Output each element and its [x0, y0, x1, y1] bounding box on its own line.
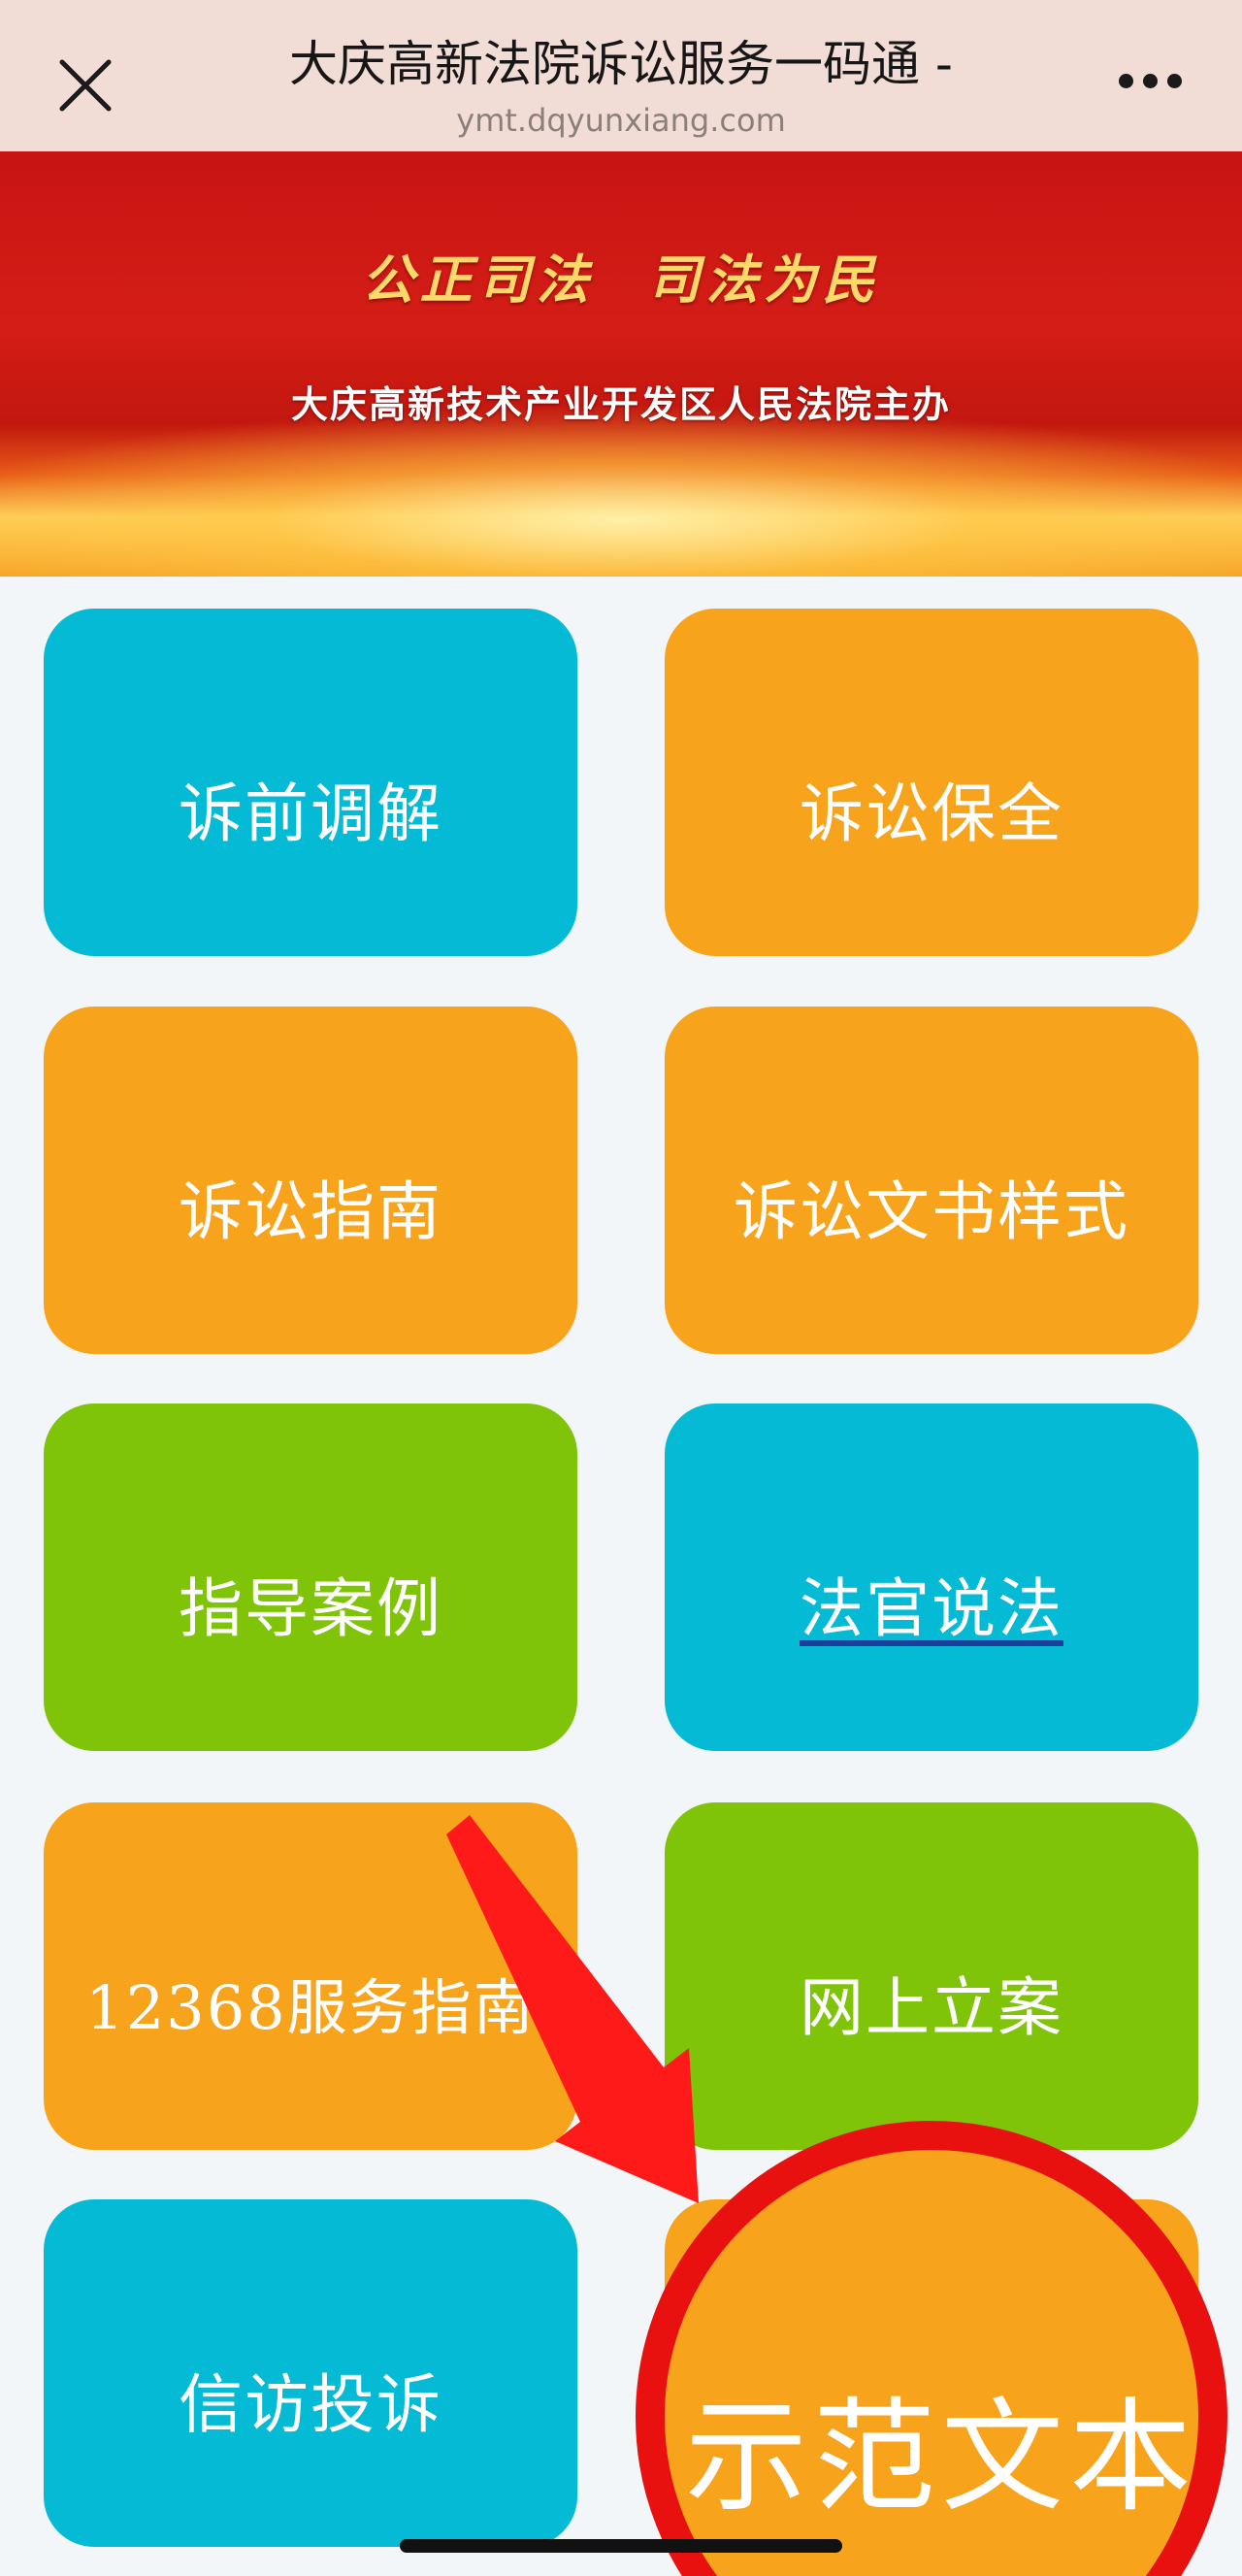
- tile-12368-service-guide[interactable]: 12368服务指南: [44, 1802, 577, 2150]
- tile-litigation-guide[interactable]: 诉讼指南: [44, 1007, 577, 1354]
- tile-petition-complaint[interactable]: 信访投诉: [44, 2199, 577, 2547]
- tile-model-text[interactable]: [665, 2199, 1198, 2547]
- tile-label: 信访投诉: [179, 2367, 442, 2442]
- tile-label: 诉前调解: [179, 776, 442, 851]
- more-icon[interactable]: [1114, 74, 1192, 97]
- nav-bar: 大庆高新法院诉讼服务一码通 - ymt.dqyunxiang.com: [0, 0, 1242, 151]
- banner-organizer: 大庆高新技术产业开发区人民法院主办: [290, 383, 951, 426]
- tile-label: 诉讼文书样式: [734, 1174, 1129, 1249]
- tile-label: 诉讼指南: [179, 1174, 442, 1249]
- tile-online-filing[interactable]: 网上立案: [665, 1802, 1198, 2150]
- tile-pre-litigation-mediation[interactable]: 诉前调解: [44, 609, 577, 956]
- tile-litigation-document-templates[interactable]: 诉讼文书样式: [665, 1007, 1198, 1354]
- banner-glow: [0, 404, 1242, 577]
- tile-guiding-cases[interactable]: 指导案例: [44, 1404, 577, 1751]
- close-icon[interactable]: [54, 54, 116, 116]
- tile-label: 诉讼保全: [800, 776, 1063, 851]
- tile-judges-explain-law[interactable]: 法官说法: [665, 1404, 1198, 1751]
- home-indicator: [400, 2539, 842, 2553]
- tile-label: 网上立案: [800, 1970, 1063, 2045]
- tile-label: 指导案例: [179, 1571, 442, 1646]
- banner-slogan: 公正司法 司法为民: [361, 248, 881, 311]
- tile-label: 法官说法: [800, 1571, 1063, 1646]
- page-url: ymt.dqyunxiang.com: [456, 102, 786, 139]
- court-banner: 公正司法 司法为民 大庆高新技术产业开发区人民法院主办: [0, 151, 1242, 577]
- tile-label: 12368服务指南: [85, 1972, 536, 2043]
- tile-litigation-preservation[interactable]: 诉讼保全: [665, 609, 1198, 956]
- page-title: 大庆高新法院诉讼服务一码通 -: [289, 36, 953, 92]
